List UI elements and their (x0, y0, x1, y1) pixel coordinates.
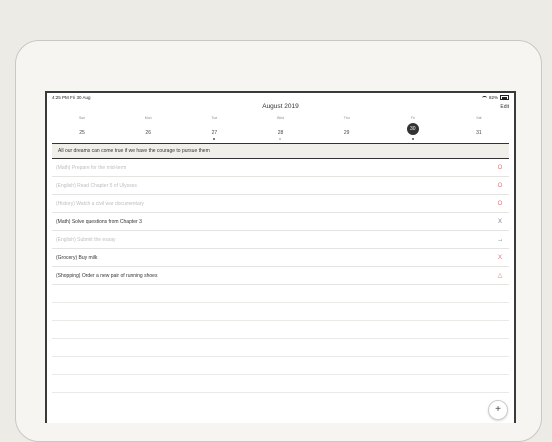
status-date: Fri 30 Aug (70, 95, 91, 100)
task-text: (English) Read Chapter 5 of Ulysses (56, 182, 137, 189)
task-row[interactable]: (Math) Prepare for the mid-term O (52, 159, 509, 177)
x-icon[interactable]: X (495, 219, 505, 225)
weekday-label: Fri (410, 116, 415, 120)
day-cell[interactable]: Tue 27 (181, 116, 247, 142)
empty-row (52, 303, 509, 321)
weekday-label: Tue (211, 116, 218, 120)
day-cell[interactable]: Mon 26 (115, 116, 181, 142)
empty-row (52, 375, 509, 393)
task-row[interactable]: (Math) Solve questions from Chapter 3 X (52, 213, 509, 231)
task-list: (Math) Prepare for the mid-term O (Engli… (52, 159, 509, 285)
empty-row (52, 357, 509, 375)
quote-banner: All our dreams can come true if we have … (52, 143, 509, 159)
status-bar: 4:25 PM Fri 30 Aug 82% (47, 93, 514, 102)
circle-icon[interactable]: O (495, 165, 505, 171)
battery-icon (500, 95, 509, 100)
task-text: (Math) Solve questions from Chapter 3 (56, 218, 142, 225)
edit-button[interactable]: Edit (500, 104, 509, 110)
circle-icon[interactable]: O (495, 201, 505, 207)
triangle-icon[interactable]: △ (495, 272, 505, 279)
task-text: (Math) Prepare for the mid-term (56, 164, 127, 171)
add-task-button[interactable]: + (488, 400, 508, 420)
date-number: 26 (145, 130, 151, 136)
task-row[interactable]: (English) Read Chapter 5 of Ulysses O (52, 177, 509, 195)
weekday-label: Wed (276, 116, 285, 120)
status-time: 4:25 PM (52, 95, 69, 100)
weekday-label: Mon (144, 116, 152, 120)
day-cell[interactable]: Thu 29 (314, 116, 380, 142)
task-text: (Grocery) Buy milk (56, 254, 98, 261)
day-cell[interactable]: Sat 31 (446, 116, 512, 142)
date-number: 31 (476, 130, 482, 136)
empty-row (52, 339, 509, 357)
day-cell[interactable]: Wed 28 (247, 116, 313, 142)
month-title[interactable]: August 2019 (47, 103, 514, 110)
task-row[interactable]: (Grocery) Buy milk X (52, 249, 509, 267)
task-text: (History) Watch a civil war documentary (56, 200, 144, 207)
day-cell[interactable]: Sun 25 (49, 116, 115, 142)
circle-icon[interactable]: O (495, 183, 505, 189)
x-icon[interactable]: X (495, 255, 505, 261)
task-dot-icon (411, 138, 414, 140)
task-row[interactable]: (Shopping) Order a new pair of running s… (52, 267, 509, 285)
empty-row (52, 285, 509, 303)
date-number: 25 (79, 130, 85, 136)
week-strip: Sun 25 Mon 26 Tue 27 Wed 28 Thu 29 Fri 3… (47, 116, 514, 142)
arrow-icon[interactable]: → (495, 237, 505, 243)
day-cell-selected[interactable]: Fri 30 (380, 116, 446, 142)
weekday-label: Sat (476, 116, 482, 120)
task-text: (Shopping) Order a new pair of running s… (56, 272, 158, 279)
date-number: 29 (343, 130, 350, 136)
app-screen: 4:25 PM Fri 30 Aug 82% August 2019 Edit … (45, 91, 516, 423)
task-row[interactable]: (English) Submit the essay → (52, 231, 509, 249)
date-number-selected: 30 (406, 123, 419, 135)
battery-percent: 82% (488, 95, 498, 100)
empty-row (52, 321, 509, 339)
weekday-label: Sun (78, 116, 86, 120)
wifi-icon (481, 95, 487, 100)
weekday-label: Thu (343, 116, 350, 120)
calendar-header: August 2019 Edit (47, 102, 514, 115)
task-row[interactable]: (History) Watch a civil war documentary … (52, 195, 509, 213)
task-text: (English) Submit the essay (56, 236, 116, 243)
